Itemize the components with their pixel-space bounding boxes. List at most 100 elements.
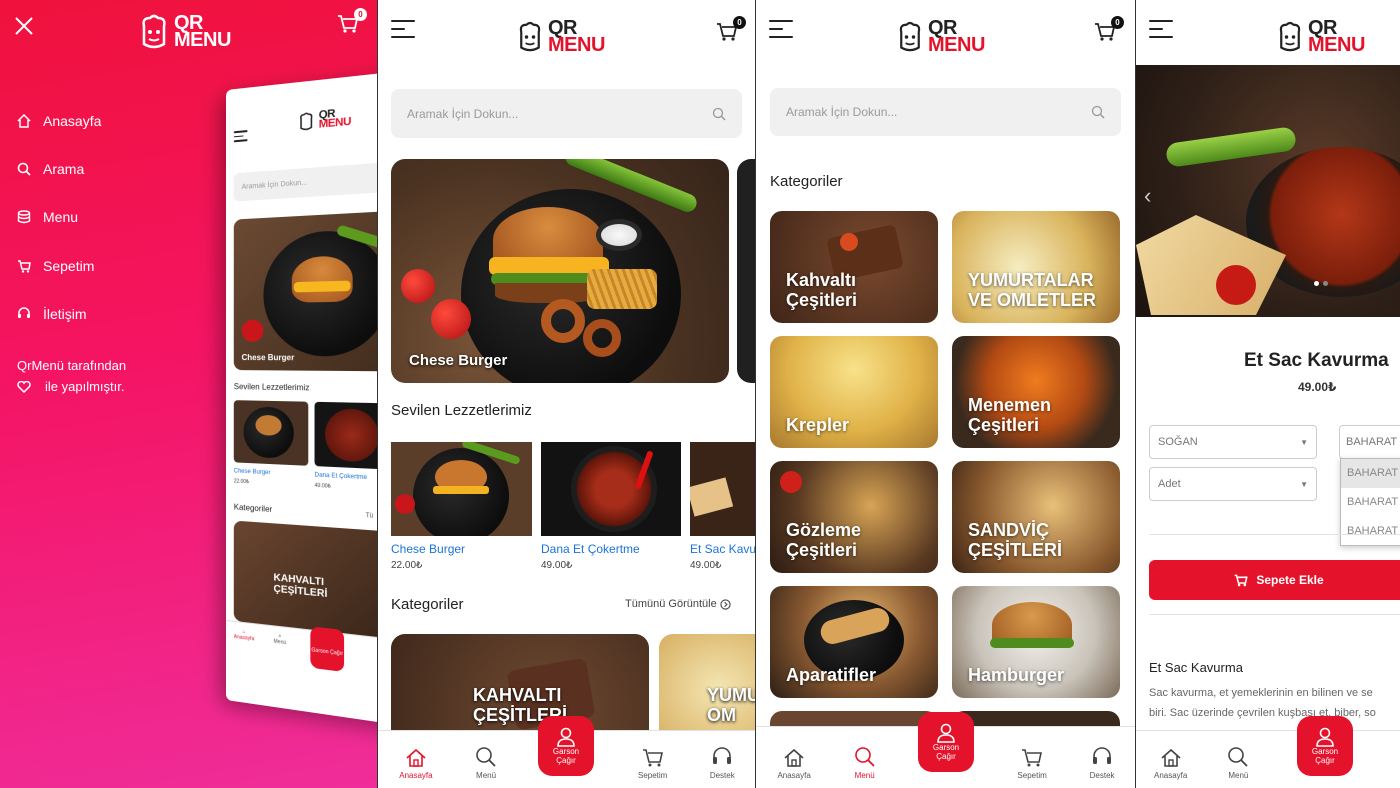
side-menu-menu[interactable]: Menu	[17, 209, 78, 225]
category-card[interactable]: KAHVALTI ÇEŞİTLERİ	[391, 634, 649, 744]
product-image[interactable]: ‹	[1136, 65, 1400, 317]
search-placeholder: Aramak İçin Dokun...	[407, 107, 518, 121]
category-card[interactable]: Hamburger	[952, 586, 1120, 698]
mini-bottom-nav: ⌂ Anasayfa ⌕ Menü Garson Çağır	[226, 620, 377, 731]
category-card[interactable]: KAHVALTI ÇEŞİTLERİ	[234, 521, 377, 639]
side-menu-home[interactable]: Anasayfa	[17, 113, 101, 129]
product-thumb[interactable]	[315, 402, 377, 470]
category-label: Kahvaltı Çeşitleri	[786, 270, 896, 311]
menu-icon[interactable]	[769, 20, 793, 38]
cart-button[interactable]: 0	[716, 22, 738, 47]
category-label: KAHVALTI ÇEŞİTLERİ	[273, 572, 356, 603]
product-name[interactable]: Et Sac Kavu	[690, 542, 755, 556]
see-all-link[interactable]: Tümünü Görüntüle	[625, 598, 731, 610]
menu-icon[interactable]	[234, 130, 248, 148]
nav-cart[interactable]: Sepetim	[1017, 748, 1046, 780]
garson-button[interactable]: Garson Çağır	[310, 626, 344, 672]
headset-icon	[1091, 746, 1113, 768]
product-name[interactable]: Dana Et Çokertme	[541, 542, 640, 556]
product-thumb[interactable]	[541, 442, 681, 536]
add-to-cart-button[interactable]: Sepete Ekle	[1149, 560, 1400, 600]
nav-home[interactable]: ⌂ Anasayfa	[234, 628, 255, 643]
option-select-onion[interactable]: SOĞAN ▼	[1149, 425, 1317, 459]
cart-button[interactable]: 0	[337, 14, 359, 39]
category-card[interactable]: SANDVİÇ ÇEŞİTLERİ	[952, 461, 1120, 573]
category-card[interactable]: YUMU OM	[659, 634, 755, 744]
garson-label-2: Çağır	[556, 757, 576, 766]
category-card[interactable]: Menemen Çeşitleri	[952, 336, 1120, 448]
category-label: Menemen Çeşitleri	[968, 395, 1078, 436]
product-thumb[interactable]	[690, 442, 755, 536]
home-screen: QR MENU 0 Aramak İçin Dokun... Chese Bur…	[377, 0, 755, 788]
nav-home[interactable]: Anasayfa	[399, 748, 432, 780]
side-menu-label: Anasayfa	[43, 113, 101, 129]
nav-home[interactable]: Anasayfa	[777, 748, 810, 780]
product-name[interactable]: Chese Burger	[234, 468, 271, 476]
close-icon[interactable]	[14, 16, 34, 36]
category-card[interactable]: Gözleme Çeşitleri	[770, 461, 938, 573]
dropdown-option[interactable]: BAHARAT	[1341, 517, 1400, 546]
category-card[interactable]: Aparatifler	[770, 586, 938, 698]
product-thumb[interactable]	[391, 442, 532, 536]
nav-cart[interactable]: Sepetim	[638, 748, 667, 780]
cart-icon	[1021, 748, 1043, 768]
search-icon	[712, 107, 726, 121]
nav-support[interactable]: Destek	[1090, 746, 1115, 780]
garson-button[interactable]: Garson Çağır	[538, 716, 594, 776]
category-card[interactable]: Krepler	[770, 336, 938, 448]
garson-label-2: Çağır	[936, 753, 956, 762]
product-name[interactable]: Chese Burger	[391, 542, 465, 556]
product-price: 22.00₺	[391, 560, 422, 571]
brand-logo: QR MENU	[516, 20, 605, 54]
search-placeholder: Aramak İçin Dokun...	[786, 105, 897, 119]
search-input[interactable]: Aramak İçin Dokun...	[391, 89, 742, 138]
side-menu-search[interactable]: Arama	[17, 161, 84, 177]
slider-image[interactable]: Chese Burger	[234, 209, 377, 371]
menu-icon[interactable]	[1149, 20, 1173, 38]
side-menu-cart[interactable]: Sepetim	[17, 258, 94, 274]
nav-menu-label: Menü	[855, 771, 875, 780]
nav-home-label: Anasayfa	[234, 634, 255, 642]
favorites-title: Sevilen Lezzetlerimiz	[391, 402, 532, 419]
dropdown-option[interactable]: BAHARAT	[1341, 459, 1400, 488]
search-icon	[1091, 105, 1105, 119]
chevron-left-icon[interactable]: ‹	[1144, 183, 1151, 209]
category-label: Hamburger	[968, 665, 1064, 686]
home-icon	[405, 748, 427, 768]
garson-button[interactable]: Garson Çağır	[918, 712, 974, 772]
chef-icon	[1276, 20, 1304, 54]
slider-image[interactable]: Chese Burger	[391, 159, 729, 383]
cart-button[interactable]: 0	[1094, 22, 1116, 47]
product-thumb[interactable]	[234, 400, 308, 466]
see-all-link[interactable]: Tü	[366, 513, 374, 520]
option-select-spice[interactable]: BAHARAT	[1339, 425, 1400, 459]
credit-text: QrMenü tarafından ile yapılmıştır.	[17, 355, 126, 397]
product-price: 49.00₺	[690, 560, 721, 571]
side-menu-contact[interactable]: İletişim	[17, 306, 87, 322]
product-name[interactable]: Dana Et Çokertme	[315, 472, 368, 481]
chef-icon	[298, 112, 315, 132]
category-card[interactable]: Kahvaltı Çeşitleri	[770, 211, 938, 323]
categories-title: Kategoriler	[391, 596, 464, 613]
garson-label: Garson Çağır	[311, 647, 343, 657]
product-price: 49.00₺	[541, 560, 572, 571]
search-input[interactable]: Aramak İçin Dokun...	[234, 160, 377, 202]
slider-next-peek[interactable]	[737, 159, 755, 383]
garson-button[interactable]: Garson Çağır	[1297, 716, 1353, 776]
waiter-icon	[555, 726, 577, 748]
nav-support-label: Destek	[710, 771, 735, 780]
quantity-select[interactable]: Adet ▼	[1149, 467, 1317, 501]
nav-home[interactable]: Anasayfa	[1154, 748, 1187, 780]
dropdown-option[interactable]: BAHARAT	[1341, 488, 1400, 517]
nav-support-label: Destek	[1090, 771, 1115, 780]
search-input[interactable]: Aramak İçin Dokun...	[770, 88, 1121, 136]
category-card[interactable]: YUMURTALAR VE OMLETLER	[952, 211, 1120, 323]
menu-icon[interactable]	[391, 20, 415, 38]
nav-menu[interactable]: Menü	[475, 746, 497, 780]
nav-menu[interactable]: Menü	[1227, 746, 1249, 780]
nav-support[interactable]: Destek	[710, 746, 735, 780]
divider	[1149, 614, 1400, 615]
nav-menu[interactable]: Menü	[854, 746, 876, 780]
nav-home-label: Anasayfa	[399, 771, 432, 780]
nav-menu[interactable]: ⌕ Menü	[273, 632, 286, 646]
